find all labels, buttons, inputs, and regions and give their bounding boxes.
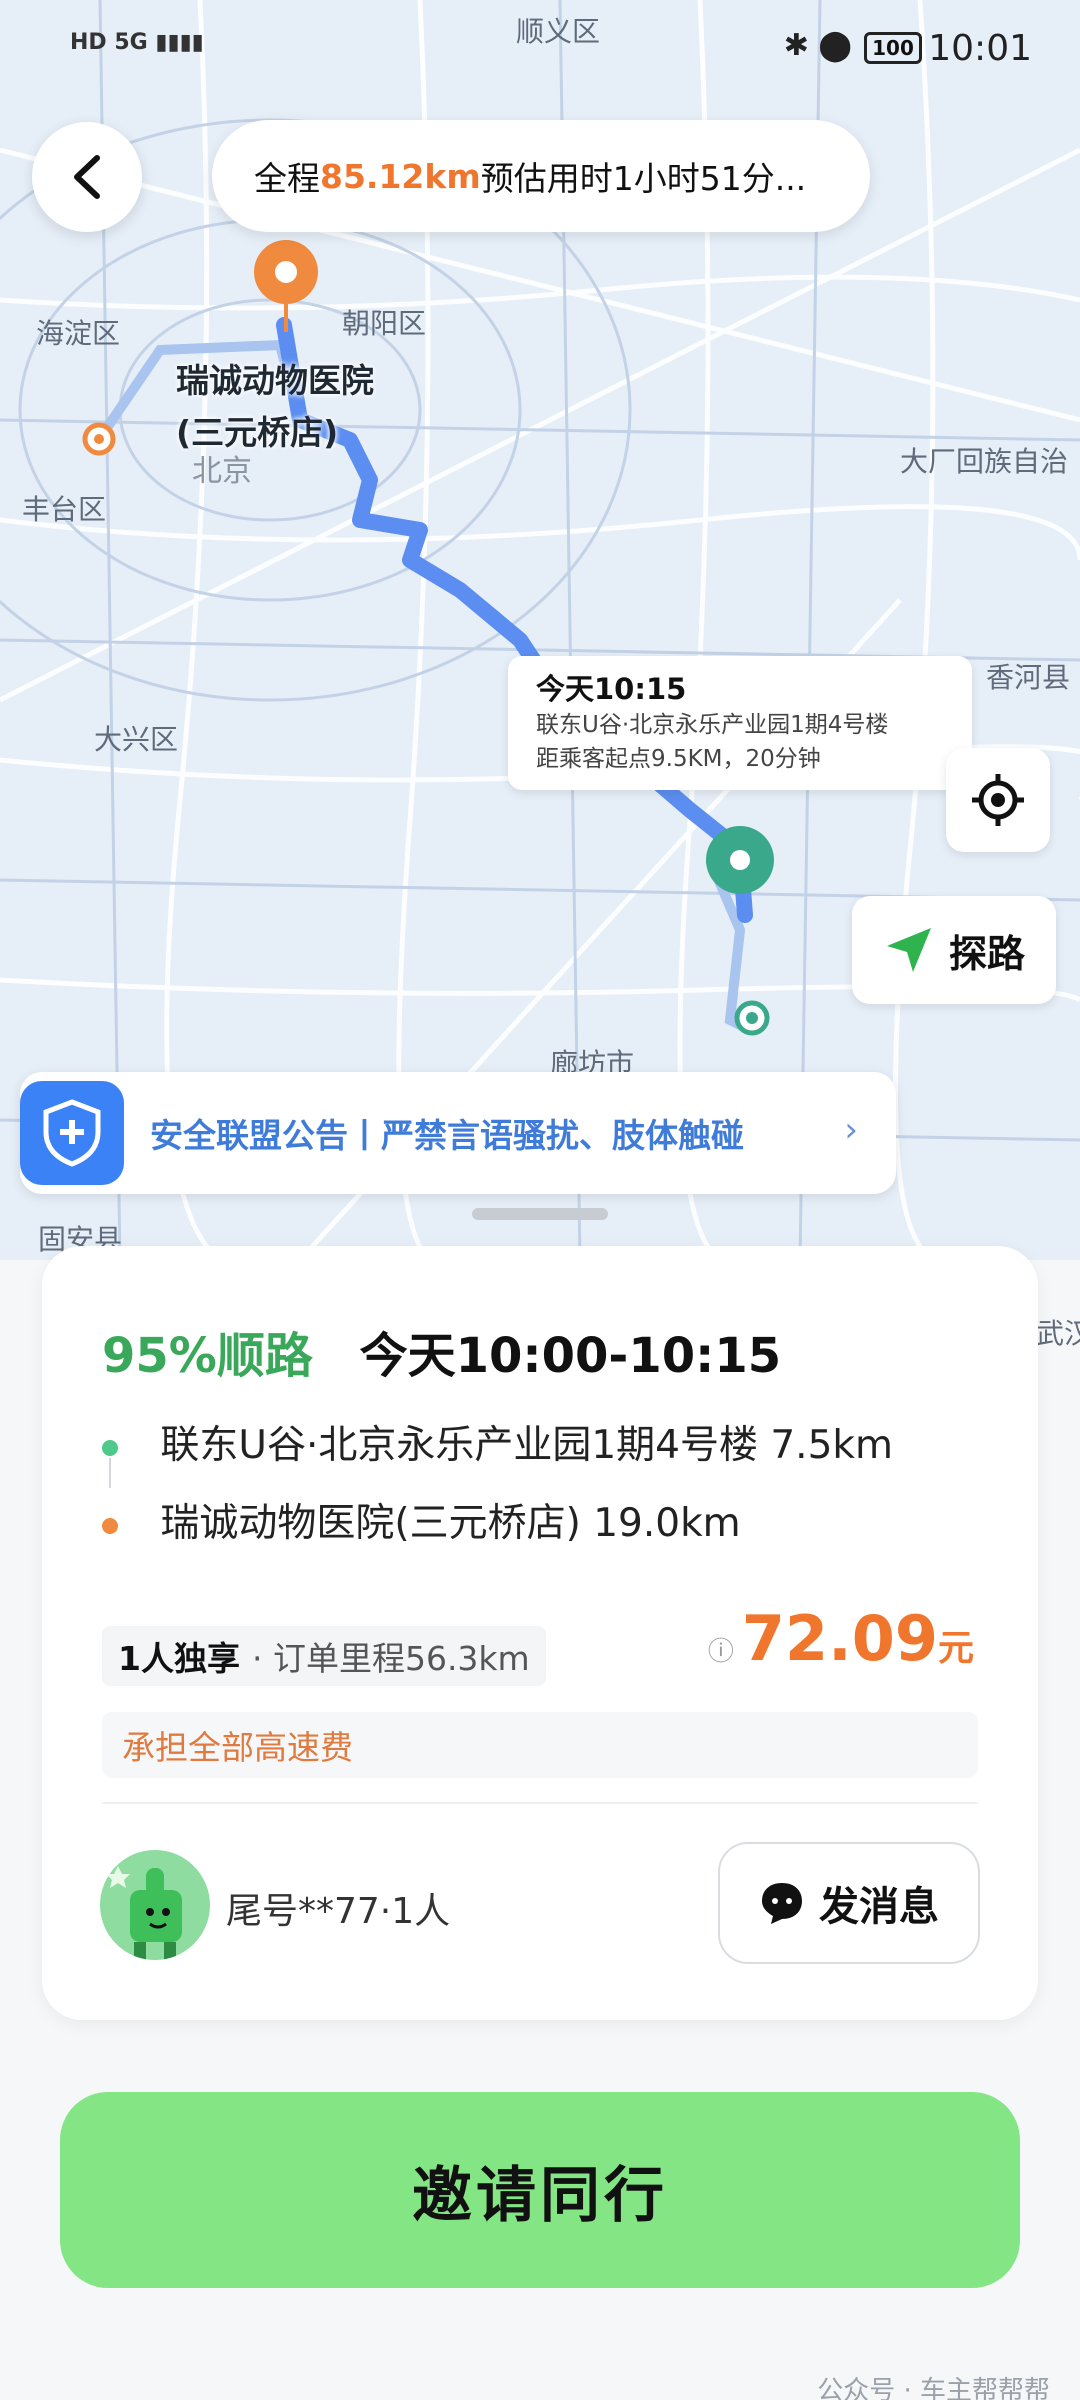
chat-bubble-icon [762, 1883, 802, 1924]
pickup-distance: 距乘客起点9.5KM，20分钟 [536, 746, 821, 772]
chevron-right-icon: › [844, 1110, 858, 1150]
pickup-time: 今天10:15 [536, 672, 687, 706]
ride-type-chip: 1人独享 · 订单里程56.3km [102, 1626, 546, 1686]
drag-handle[interactable] [472, 1208, 608, 1220]
origin-dot [102, 1439, 118, 1456]
map-label-fengtai: 丰台区 [22, 493, 107, 526]
price-unit: 元 [937, 1628, 974, 1669]
back-button[interactable] [32, 122, 142, 232]
divider [102, 1802, 978, 1804]
send-message-button[interactable]: 发消息 [718, 1842, 980, 1964]
pickup-info-card[interactable]: 今天10:15 联东U谷·北京永乐产业园1期4号楼 距乘客起点9.5KM，20分… [508, 656, 972, 790]
map-label-edge: 武汉 [1036, 1317, 1080, 1350]
chevron-left-icon [74, 155, 100, 199]
destination-map-label-line1: 瑞诚动物医院 [176, 361, 374, 400]
route-duration: 预估用时1小时51分... [480, 159, 807, 198]
route-match-percent: 95%顺路 [102, 1328, 313, 1384]
destination-pin-icon[interactable] [246, 236, 326, 336]
network-status: HD 5G ▮▮▮▮ [70, 30, 204, 55]
avatar[interactable] [100, 1850, 210, 1960]
map-label-daxing: 大兴区 [94, 723, 179, 756]
watermark: 公众号 · 车主帮帮帮 [817, 2376, 1050, 2400]
order-destination: 瑞诚动物医院(三元桥店) 19.0km [160, 1501, 741, 1546]
navigation-arrow-icon [886, 928, 931, 972]
order-card[interactable]: 95%顺路 今天10:00-10:15 联东U谷·北京永乐产业园1期4号楼 7.… [42, 1246, 1038, 2020]
explore-route-label: 探路 [948, 931, 1025, 976]
bluetooth-location-icons: ✱ ⬤ [783, 28, 852, 63]
route-connector-line [109, 1458, 111, 1488]
safety-notice-text: 安全联盟公告丨严禁言语骚扰、肢体触碰 [150, 1116, 744, 1155]
order-price[interactable]: ⓘ 72.09 元 [708, 1602, 974, 1675]
route-summary: 全程 85.12km 预估用时1小时51分... [212, 120, 870, 232]
map-label-chaoyang: 朝阳区 [342, 307, 427, 340]
map-label-dachang: 大厂回族自治 [900, 445, 1069, 478]
destination-dot [102, 1517, 118, 1534]
price-amount: 72.09 [741, 1602, 938, 1675]
crosshair-icon [972, 774, 1024, 826]
pickup-address: 联东U谷·北京永乐产业园1期4号楼 [536, 712, 889, 738]
route-distance: 85.12km [320, 156, 481, 196]
battery-indicator: 100 [864, 32, 922, 64]
ride-type: 1人独享 [118, 1639, 240, 1678]
route-summary-prefix: 全程 [254, 159, 320, 198]
safety-notice-banner[interactable]: 安全联盟公告丨严禁言语骚扰、肢体触碰 › [20, 1072, 896, 1194]
thumbs-up-avatar-icon [106, 1866, 182, 1960]
clock: 10:01 [928, 28, 1032, 69]
send-message-label: 发消息 [819, 1884, 939, 1930]
order-header: 95%顺路 今天10:00-10:15 [102, 1316, 781, 1386]
destination-map-label-line2: (三元桥店) [176, 413, 339, 452]
toll-note: 承担全部高速费 [102, 1712, 978, 1778]
poi-dot-icon [82, 422, 116, 456]
destination-map-label: 瑞诚动物医院 (三元桥店) [176, 355, 374, 459]
map-label-xianghe: 香河县 [986, 661, 1071, 694]
order-origin: 联东U谷·北京永乐产业园1期4号楼 7.5km [160, 1423, 893, 1468]
order-time-window: 今天10:00-10:15 [359, 1328, 782, 1384]
shield-plus-icon [20, 1081, 124, 1185]
locate-button[interactable] [946, 748, 1050, 852]
map-label-haidian: 海淀区 [36, 317, 121, 350]
passenger-info: 尾号**77·1人 [226, 1891, 451, 1932]
order-destination-row: 瑞诚动物医院(三元桥店) 19.0km [102, 1492, 741, 1548]
invite-ride-button[interactable]: 邀请同行 [60, 2092, 1020, 2288]
order-origin-row: 联东U谷·北京永乐产业园1期4号楼 7.5km [102, 1414, 893, 1470]
info-icon[interactable]: ⓘ [708, 1631, 734, 1668]
order-mileage: · 订单里程56.3km [251, 1639, 530, 1678]
origin-dot-icon [734, 1000, 770, 1036]
status-bar: HD 5G ▮▮▮▮ ✱ ⬤ 100 10:01 [0, 0, 1080, 100]
app-root: 顺义区 海淀区 朝阳区 丰台区 北京 大厂回族自治 香河县 大兴区 廊坊市 固安… [0, 0, 1080, 2400]
pickup-pin-icon[interactable] [700, 820, 780, 910]
explore-route-button[interactable]: 探路 [852, 896, 1056, 1004]
